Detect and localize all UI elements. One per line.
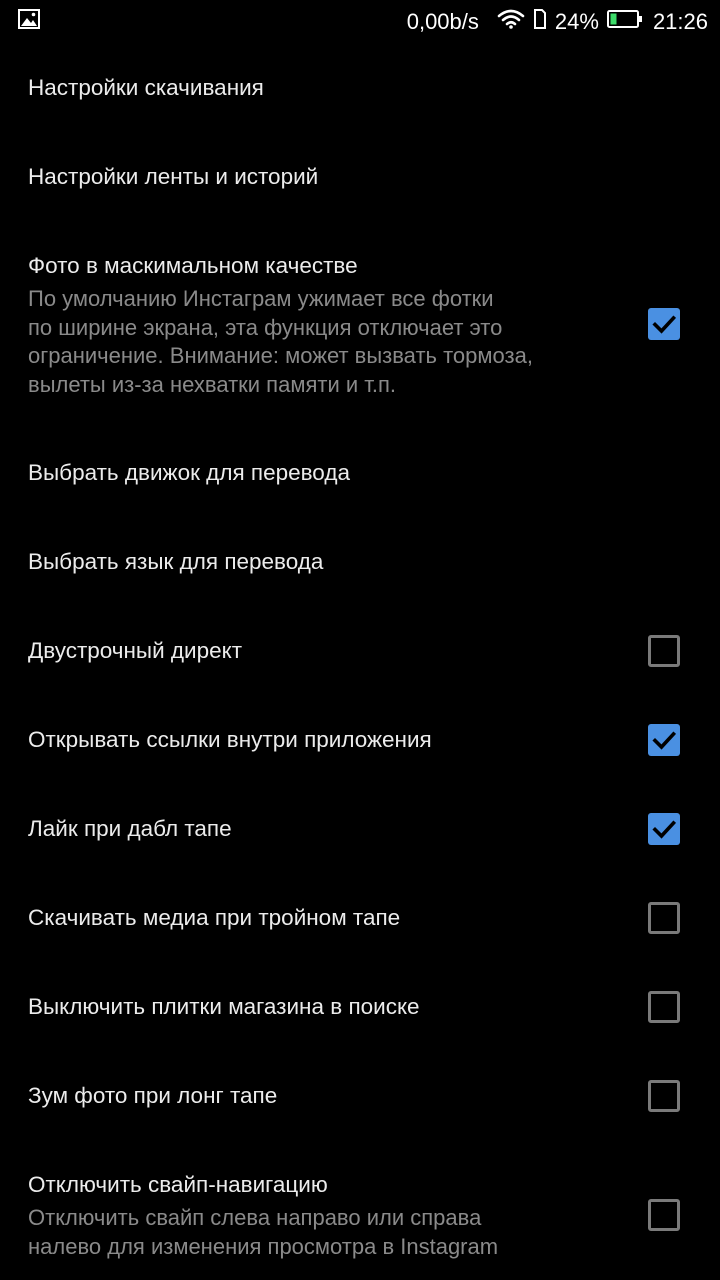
summary-line: налево для изменения просмотра в Instagr…	[28, 1233, 499, 1259]
setting-open-links-in-app[interactable]: Открывать ссылки внутри приложения	[0, 696, 720, 785]
max-quality-checkbox[interactable]	[648, 308, 680, 340]
wifi-icon	[497, 9, 525, 35]
network-speed: 0,00b/s	[406, 9, 479, 34]
summary-line: вылеты из-за нехватки памяти и т.п.	[28, 371, 397, 397]
setting-two-line-direct[interactable]: Двустрочный директ	[0, 607, 720, 696]
setting-feed-stories-settings[interactable]: Настройки ленты и историй	[0, 132, 720, 222]
battery-icon	[606, 9, 643, 35]
disable-swipe-checkbox[interactable]	[648, 1199, 680, 1231]
status-bar: 0,00b/s 24% 21:26	[0, 0, 720, 44]
settings-list: Настройки скачивания Настройки ленты и и…	[0, 44, 720, 1280]
checkmark-icon	[652, 315, 677, 334]
battery-percent: 24%	[554, 9, 599, 34]
summary-line: по ширине экрана, эта функция отключает …	[28, 314, 503, 340]
setting-title: Выключить плитки магазина в поиске	[28, 994, 420, 1019]
checkmark-icon	[652, 731, 677, 750]
setting-title: Настройки скачивания	[28, 75, 264, 100]
open-links-checkbox[interactable]	[648, 724, 680, 756]
setting-disable-shop-tiles[interactable]: Выключить плитки магазина в поиске	[0, 963, 720, 1052]
setting-triple-tap-download[interactable]: Скачивать медиа при тройном тапе	[0, 874, 720, 963]
setting-title: Открывать ссылки внутри приложения	[28, 727, 432, 752]
sim-card-icon	[533, 9, 547, 35]
setting-title: Скачивать медиа при тройном тапе	[28, 905, 401, 930]
setting-title: Выбрать движок для перевода	[28, 460, 350, 485]
setting-title: Двустрочный директ	[28, 638, 243, 663]
two-line-direct-checkbox[interactable]	[648, 635, 680, 667]
setting-title: Выбрать язык для перевода	[28, 549, 324, 574]
summary-line: Отключить свайп слева направо или справа	[28, 1205, 482, 1230]
long-tap-zoom-checkbox[interactable]	[648, 1080, 680, 1112]
summary-line: По умолчанию Инстаграм ужимает все фотки	[28, 286, 494, 311]
image-notification-icon	[18, 9, 40, 35]
setting-max-quality-photo[interactable]: Фото в маскимальном качестве По умолчани…	[0, 222, 720, 429]
setting-title: Фото в маскимальном качестве	[28, 253, 358, 278]
status-bar-right: 0,00b/s 24% 21:26	[407, 9, 720, 35]
setting-double-tap-like[interactable]: Лайк при дабл тапе	[0, 785, 720, 874]
checkmark-icon	[652, 820, 677, 839]
setting-title: Отключить свайп-навигацию	[28, 1172, 328, 1197]
summary-line: ограничение. Внимание: может вызвать тор…	[28, 343, 533, 368]
setting-translation-language[interactable]: Выбрать язык для перевода	[0, 518, 720, 607]
triple-tap-download-checkbox[interactable]	[648, 902, 680, 934]
double-tap-like-checkbox[interactable]	[648, 813, 680, 845]
setting-long-tap-zoom[interactable]: Зум фото при лонг тапе	[0, 1052, 720, 1141]
setting-download-settings[interactable]: Настройки скачивания	[0, 44, 720, 132]
setting-title: Настройки ленты и историй	[28, 164, 319, 189]
clock: 21:26	[652, 9, 708, 34]
setting-summary: По умолчанию Инстаграм ужимает все фотки…	[28, 285, 638, 399]
setting-title: Зум фото при лонг тапе	[28, 1083, 278, 1108]
disable-shop-tiles-checkbox[interactable]	[648, 991, 680, 1023]
battery-fill	[610, 13, 617, 25]
setting-summary: Отключить свайп слева направо или справа…	[28, 1204, 638, 1261]
setting-disable-swipe-navigation[interactable]: Отключить свайп-навигацию Отключить свай…	[0, 1141, 720, 1280]
status-bar-left	[0, 9, 40, 35]
setting-title: Лайк при дабл тапе	[28, 816, 232, 841]
setting-translation-engine[interactable]: Выбрать движок для перевода	[0, 429, 720, 518]
